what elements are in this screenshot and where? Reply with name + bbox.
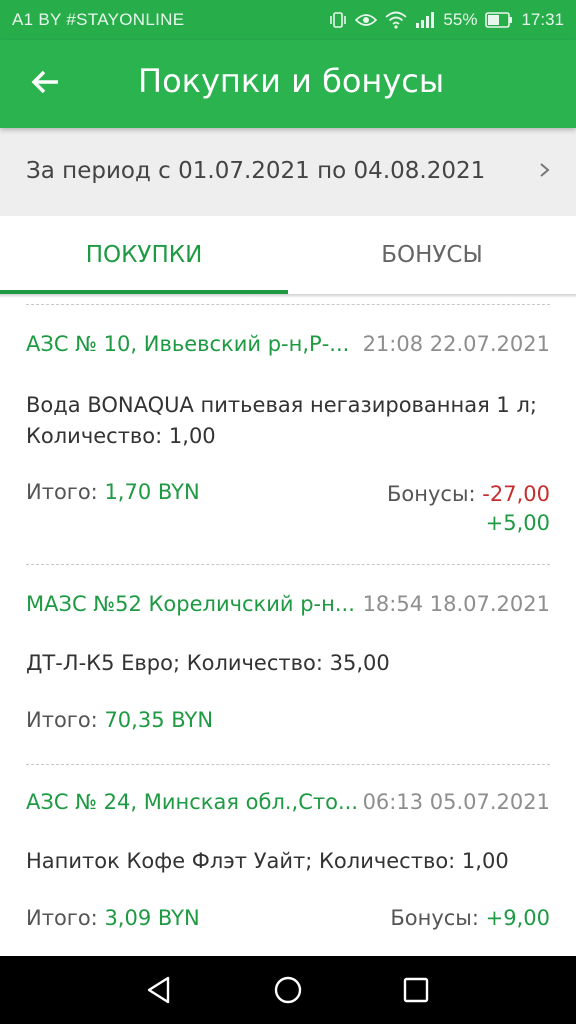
- total-label: Итого:: [26, 708, 98, 732]
- back-triangle-icon[interactable]: [143, 973, 177, 1007]
- total-amount: 1,70 BYN: [104, 480, 200, 504]
- product-line: Вода BONAQUA питьевая негазированная 1 л…: [26, 393, 537, 417]
- purchase-datetime: 21:08 22.07.2021: [362, 332, 550, 356]
- battery-percent: 55%: [443, 10, 478, 29]
- bonus-spent: -27,00: [482, 482, 550, 506]
- bonus-earned: +9,00: [485, 906, 550, 930]
- carrier-name: A1 BY #STAYONLINE: [12, 10, 185, 29]
- bonus-label: Бонусы:: [390, 906, 479, 930]
- wifi-icon: [385, 11, 408, 29]
- home-circle-icon[interactable]: [271, 973, 305, 1007]
- product-line: ДТ-Л-К5 Евро; Количество: 35,00: [26, 651, 390, 675]
- total: Итого: 1,70 BYN: [26, 480, 200, 504]
- product-description: Вода BONAQUA питьевая негазированная 1 л…: [26, 390, 550, 452]
- status-icons: 55% 17:31: [329, 10, 564, 30]
- product-line: Количество: 1,00: [26, 424, 216, 448]
- total-amount: 70,35 BYN: [104, 708, 214, 732]
- bonus-info: Бонусы: +9,00: [390, 906, 550, 930]
- purchase-datetime: 18:54 18.07.2021: [362, 592, 550, 616]
- total: Итого: 70,35 BYN: [26, 708, 213, 732]
- total: Итого: 3,09 BYN: [26, 906, 200, 930]
- purchase-datetime: 06:13 05.07.2021: [362, 790, 550, 814]
- product-description: ДТ-Л-К5 Евро; Количество: 35,00: [26, 648, 550, 679]
- vibrate-icon: [329, 11, 347, 29]
- product-line: Напиток Кофе Флэт Уайт; Количество: 1,00: [26, 849, 509, 873]
- station-name: МАЗС №52 Кореличский р-н...: [26, 592, 355, 616]
- period-label: За период с 01.07.2021 по 04.08.2021: [26, 158, 486, 184]
- tab-bar: ПОКУПКИ БОНУСЫ: [0, 216, 576, 294]
- chevron-right-icon: [538, 160, 552, 180]
- bonus-label: Бонусы:: [386, 482, 476, 506]
- arrow-left-icon[interactable]: [28, 64, 64, 100]
- period-selector[interactable]: За период с 01.07.2021 по 04.08.2021: [0, 128, 576, 217]
- page-title: Покупки и бонусы: [138, 62, 445, 100]
- product-description: Напиток Кофе Флэт Уайт; Количество: 1,00: [26, 846, 550, 877]
- eye-icon: [355, 12, 378, 28]
- purchase-list[interactable]: АЗС № 10, Ивьевский р-н,Р-... 21:08 22.0…: [0, 298, 576, 956]
- divider: [26, 564, 550, 565]
- signal-icon: [415, 12, 435, 28]
- station-name: АЗС № 10, Ивьевский р-н,Р-...: [26, 332, 350, 356]
- divider: [26, 304, 550, 305]
- clock: 17:31: [521, 10, 564, 29]
- bonus-info: Бонусы: -27,00 +5,00: [387, 480, 550, 538]
- total-label: Итого:: [26, 906, 98, 930]
- tab-bonuses[interactable]: БОНУСЫ: [288, 216, 576, 294]
- status-bar: A1 BY #STAYONLINE 55% 17:31: [0, 0, 576, 40]
- divider: [26, 764, 550, 765]
- app-bar: Покупки и бонусы: [0, 40, 576, 128]
- battery-icon: [485, 12, 513, 28]
- total-label: Итого:: [26, 480, 98, 504]
- tab-purchases[interactable]: ПОКУПКИ: [0, 216, 288, 294]
- bonus-earned: +5,00: [485, 511, 550, 535]
- recents-square-icon[interactable]: [399, 973, 433, 1007]
- station-name: АЗС № 24, Минская обл.,Сто...: [26, 790, 359, 814]
- system-nav-bar: [0, 956, 576, 1024]
- total-amount: 3,09 BYN: [104, 906, 200, 930]
